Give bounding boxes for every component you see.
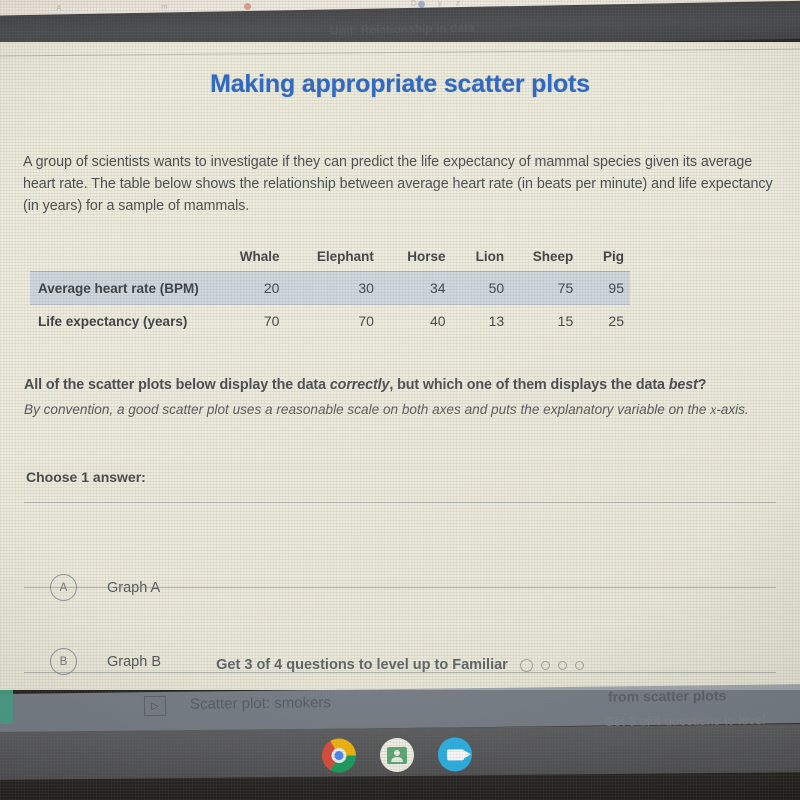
table-cell-life-sheep: 15 [510, 304, 580, 338]
chrome-icon[interactable] [321, 738, 357, 773]
table-cell-life-horse: 40 [379, 304, 452, 338]
browser-tab-favicon-red [243, 2, 252, 11]
chrome-band-ghost-label: Unit: Relationship in data [329, 20, 475, 38]
zoom-camera-glyph [446, 748, 464, 761]
table-col-header-sheep: Sheep [532, 249, 574, 264]
table-row-label-heart-rate: Average heart rate (BPM) [30, 271, 214, 305]
table-col-header-whale: Whale [239, 249, 280, 264]
shelf-app-classroom[interactable] [379, 737, 415, 782]
page-title: Making appropriate scatter plots [210, 70, 590, 98]
zoom-icon[interactable] [437, 737, 473, 772]
table-cell-heartrate-elephant: 30 [285, 271, 380, 305]
play-icon[interactable]: ▷ [143, 695, 167, 717]
progress-dot-3 [557, 660, 567, 670]
level-up-bar: Get 3 of 4 questions to level up to Fami… [0, 640, 800, 690]
shelf-app-icons [321, 737, 473, 782]
table-cell-heartrate-lion: 50 [451, 271, 511, 305]
table-row-label-life-expectancy: Life expectancy (years) [30, 304, 214, 338]
overlay-right-heading: from scatter plots [607, 687, 727, 705]
exercise-prompt: A group of scientists wants to investiga… [23, 154, 773, 214]
choose-answer-label: Choose 1 answer: [26, 469, 146, 485]
convention-text-post: -axis. [716, 402, 749, 417]
table-cell-heartrate-sheep: 75 [510, 271, 580, 305]
table-row: Average heart rate (BPM) 20 30 34 50 75 … [30, 271, 630, 305]
table-cell-life-pig: 25 [579, 304, 630, 338]
table-cell-life-elephant: 70 [285, 304, 380, 338]
question-text: All of the scatter plots below display t… [24, 377, 784, 393]
question-emphasis-best: best [668, 377, 698, 393]
choice-divider-middle [24, 587, 776, 588]
table-cell-heartrate-whale: 20 [213, 271, 286, 305]
shelf-app-zoom[interactable] [437, 737, 473, 772]
question-suffix: ? [697, 377, 707, 393]
table-header-row: Whale Elephant Horse Lion Sheep Pig [30, 247, 630, 272]
browser-tab-ghost-2[interactable]: m [161, 2, 168, 11]
table-col-header-pig: Pig [602, 249, 624, 264]
convention-note: By convention, a good scatter plot uses … [24, 399, 786, 420]
level-up-text: Get 3 of 4 questions to level up to Fami… [216, 657, 508, 673]
browser-tab-ghost-4[interactable]: y [438, 0, 442, 8]
exercise-page: Making appropriate scatter plots A group… [0, 42, 800, 690]
convention-text-pre: By convention, a good scatter plot uses … [24, 402, 711, 417]
progress-dot-4 [574, 660, 584, 670]
page-top-divider [0, 48, 800, 57]
browser-tab-ghost-1[interactable]: A [56, 3, 61, 12]
shelf-app-chrome[interactable] [321, 738, 357, 782]
browser-tab-favicon-blue [417, 0, 426, 8]
table-cell-heartrate-pig: 95 [579, 271, 630, 305]
level-up-progress-dots [519, 658, 584, 672]
table-col-header-elephant: Elephant [316, 249, 374, 264]
overlay-green-marker [0, 690, 13, 724]
table-col-header-lion: Lion [475, 249, 505, 264]
choice-divider-top [24, 502, 776, 503]
question-middle: , but which one of them displays the dat… [389, 377, 669, 393]
table-row: Life expectancy (years) 70 70 40 13 15 2… [30, 304, 630, 338]
browser-tab-ghost-3[interactable]: D [411, 0, 417, 8]
progress-dot-1 [519, 658, 533, 672]
table-cell-life-whale: 70 [213, 304, 286, 338]
question-emphasis-correctly: correctly [329, 377, 390, 393]
table-col-header-horse: Horse [407, 249, 446, 264]
classroom-board-glyph [386, 746, 408, 764]
overlay-video-title[interactable]: Scatter plot: smokers [190, 694, 331, 713]
google-classroom-icon[interactable] [379, 737, 415, 773]
table-corner-cell [30, 247, 213, 272]
mammal-data-table: Whale Elephant Horse Lion Sheep Pig Aver… [30, 247, 630, 338]
screen-photograph: A m D y z Unit: Relationship in data Mak… [0, 0, 800, 800]
question-prefix: All of the scatter plots below display t… [24, 377, 330, 393]
table-cell-life-lion: 13 [451, 304, 511, 338]
progress-dot-2 [540, 660, 550, 670]
table-cell-heartrate-horse: 34 [379, 271, 452, 305]
